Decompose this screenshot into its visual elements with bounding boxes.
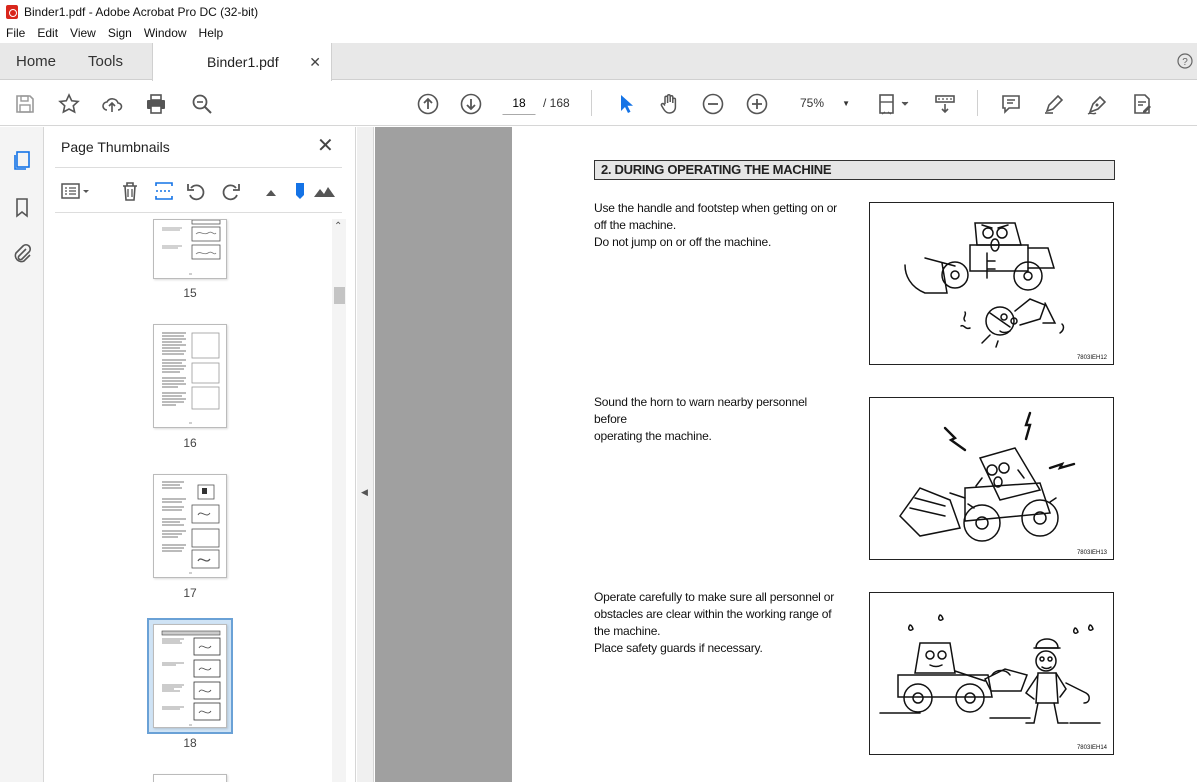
pdf-page: 2. DURING OPERATING THE MACHINE Use the … — [512, 127, 1197, 782]
tab-document[interactable]: Binder1.pdf ✕ — [152, 43, 332, 81]
delete-page-icon[interactable] — [119, 180, 141, 202]
toolbar: / 168 75% ▼ — [0, 81, 1197, 126]
print-icon[interactable] — [144, 92, 168, 116]
tab-bar: Home Tools Binder1.pdf ✕ ? — [0, 43, 1197, 81]
text-line: Sound the horn to warn nearby personnel … — [594, 395, 808, 426]
page-thumbnails-icon[interactable] — [11, 149, 33, 171]
menu-window[interactable]: Window — [144, 26, 187, 40]
menu-bar: File Edit View Sign Window Help — [0, 23, 1197, 43]
thumbnail-page-15[interactable] — [153, 219, 227, 279]
options-menu-icon[interactable] — [61, 180, 91, 202]
rotate-left-icon[interactable] — [185, 180, 207, 202]
section-heading: 2. DURING OPERATING THE MACHINE — [594, 160, 1115, 180]
text-line: Place safety guards if necessary. — [594, 641, 763, 655]
thumbnail-page-16[interactable] — [153, 324, 227, 428]
text-line: obstacles are clear within the working r… — [594, 607, 832, 621]
toolbar-divider — [591, 90, 592, 116]
thumbnail-page-17[interactable] — [153, 474, 227, 578]
thumbnails-panel: Page Thumbnails ✕ 15 16 17 18 ⌃ — [45, 127, 356, 782]
bookmarks-icon[interactable] — [11, 196, 33, 218]
edit-pdf-icon[interactable] — [1130, 92, 1154, 116]
section-3-text: Operate carefully to make sure all perso… — [594, 589, 842, 657]
tab-tools[interactable]: Tools — [88, 43, 123, 80]
next-page-icon[interactable] — [459, 92, 483, 116]
window-title: Binder1.pdf - Adobe Acrobat Pro DC (32-b… — [24, 4, 259, 19]
text-line: off the machine. — [594, 218, 676, 232]
text-line: the machine. — [594, 624, 661, 638]
thumbnail-page-18[interactable] — [153, 624, 227, 728]
section-2-text: Sound the horn to warn nearby personnel … — [594, 394, 842, 445]
zoom-value: 75% — [800, 96, 825, 110]
collapse-arrow-icon: ◀ — [361, 487, 368, 497]
left-rail — [0, 127, 44, 782]
save-icon[interactable] — [13, 92, 37, 116]
highlight-pen-icon[interactable] — [1042, 92, 1066, 116]
svg-text:?: ? — [1182, 57, 1188, 68]
zoom-in-icon[interactable] — [745, 92, 769, 116]
zoom-out-icon[interactable] — [701, 92, 725, 116]
thumbnail-size-slider-icon[interactable] — [289, 180, 311, 202]
panel-title: Page Thumbnails — [61, 139, 170, 155]
hand-tool-icon[interactable] — [657, 92, 681, 116]
acrobat-icon — [6, 4, 18, 19]
scroll-up-icon[interactable]: ⌃ — [334, 221, 342, 232]
text-line: Operate carefully to make sure all perso… — [594, 590, 835, 604]
attachments-icon[interactable] — [11, 242, 33, 264]
search-zoom-icon[interactable] — [190, 92, 214, 116]
scrollbar-thumb[interactable] — [334, 287, 345, 304]
menu-file[interactable]: File — [6, 26, 25, 40]
thumbnail-label-16: 16 — [183, 436, 197, 450]
select-cursor-icon[interactable] — [614, 92, 638, 116]
page-total: / 168 — [543, 96, 570, 110]
text-line: operating the machine. — [594, 429, 712, 443]
tab-home[interactable]: Home — [16, 43, 56, 80]
menu-edit[interactable]: Edit — [37, 26, 58, 40]
title-bar: Binder1.pdf - Adobe Acrobat Pro DC (32-b… — [0, 0, 1197, 23]
figure-dismount: 7803IEH12 — [869, 202, 1114, 365]
sign-pen-icon[interactable] — [1086, 92, 1110, 116]
large-thumbnail-icon[interactable] — [313, 180, 335, 202]
thumbnails-scrollbar[interactable]: ⌃ — [332, 219, 346, 782]
small-thumbnail-icon[interactable] — [260, 180, 282, 202]
figure-working-range: 7803IEH14 — [869, 592, 1114, 755]
thumbnail-label-18: 18 — [183, 736, 197, 750]
thumbnail-page-19[interactable] — [153, 774, 227, 782]
extract-page-icon[interactable] — [153, 180, 175, 202]
figure-code: 7803IEH14 — [1076, 745, 1107, 751]
panel-collapse-handle[interactable]: ◀ — [357, 127, 374, 782]
close-panel-icon[interactable]: ✕ — [317, 136, 334, 156]
thumbnails-toolbar — [55, 167, 342, 213]
thumbnail-label-15: 15 — [183, 286, 197, 300]
menu-sign[interactable]: Sign — [108, 26, 132, 40]
text-line: Do not jump on or off the machine. — [594, 235, 772, 249]
previous-page-icon[interactable] — [416, 92, 440, 116]
figure-horn: 7803IEH13 — [869, 397, 1114, 560]
figure-code: 7803IEH13 — [1076, 550, 1107, 556]
menu-help[interactable]: Help — [199, 26, 224, 40]
upload-cloud-icon[interactable] — [100, 92, 124, 116]
section-1-text: Use the handle and footstep when getting… — [594, 200, 842, 251]
close-tab-icon[interactable]: ✕ — [309, 54, 321, 71]
page-number-input[interactable] — [502, 91, 536, 115]
chevron-down-icon: ▼ — [842, 98, 850, 108]
menu-view[interactable]: View — [70, 26, 96, 40]
thumbnail-label-17: 17 — [183, 586, 197, 600]
figure-code: 7803IEH12 — [1076, 355, 1107, 361]
zoom-select[interactable]: 75% ▼ — [790, 92, 854, 114]
comment-icon[interactable] — [999, 92, 1023, 116]
page-fit-icon[interactable] — [878, 92, 912, 116]
tab-document-label: Binder1.pdf — [207, 54, 279, 70]
rotate-right-icon[interactable] — [220, 180, 242, 202]
help-icon[interactable]: ? — [1177, 53, 1193, 69]
document-view: 2. DURING OPERATING THE MACHINE Use the … — [375, 127, 1197, 782]
scroll-mode-icon[interactable] — [933, 92, 957, 116]
toolbar-divider — [977, 90, 978, 116]
bookmark-star-icon[interactable] — [57, 92, 81, 116]
text-line: Use the handle and footstep when getting… — [594, 201, 837, 215]
